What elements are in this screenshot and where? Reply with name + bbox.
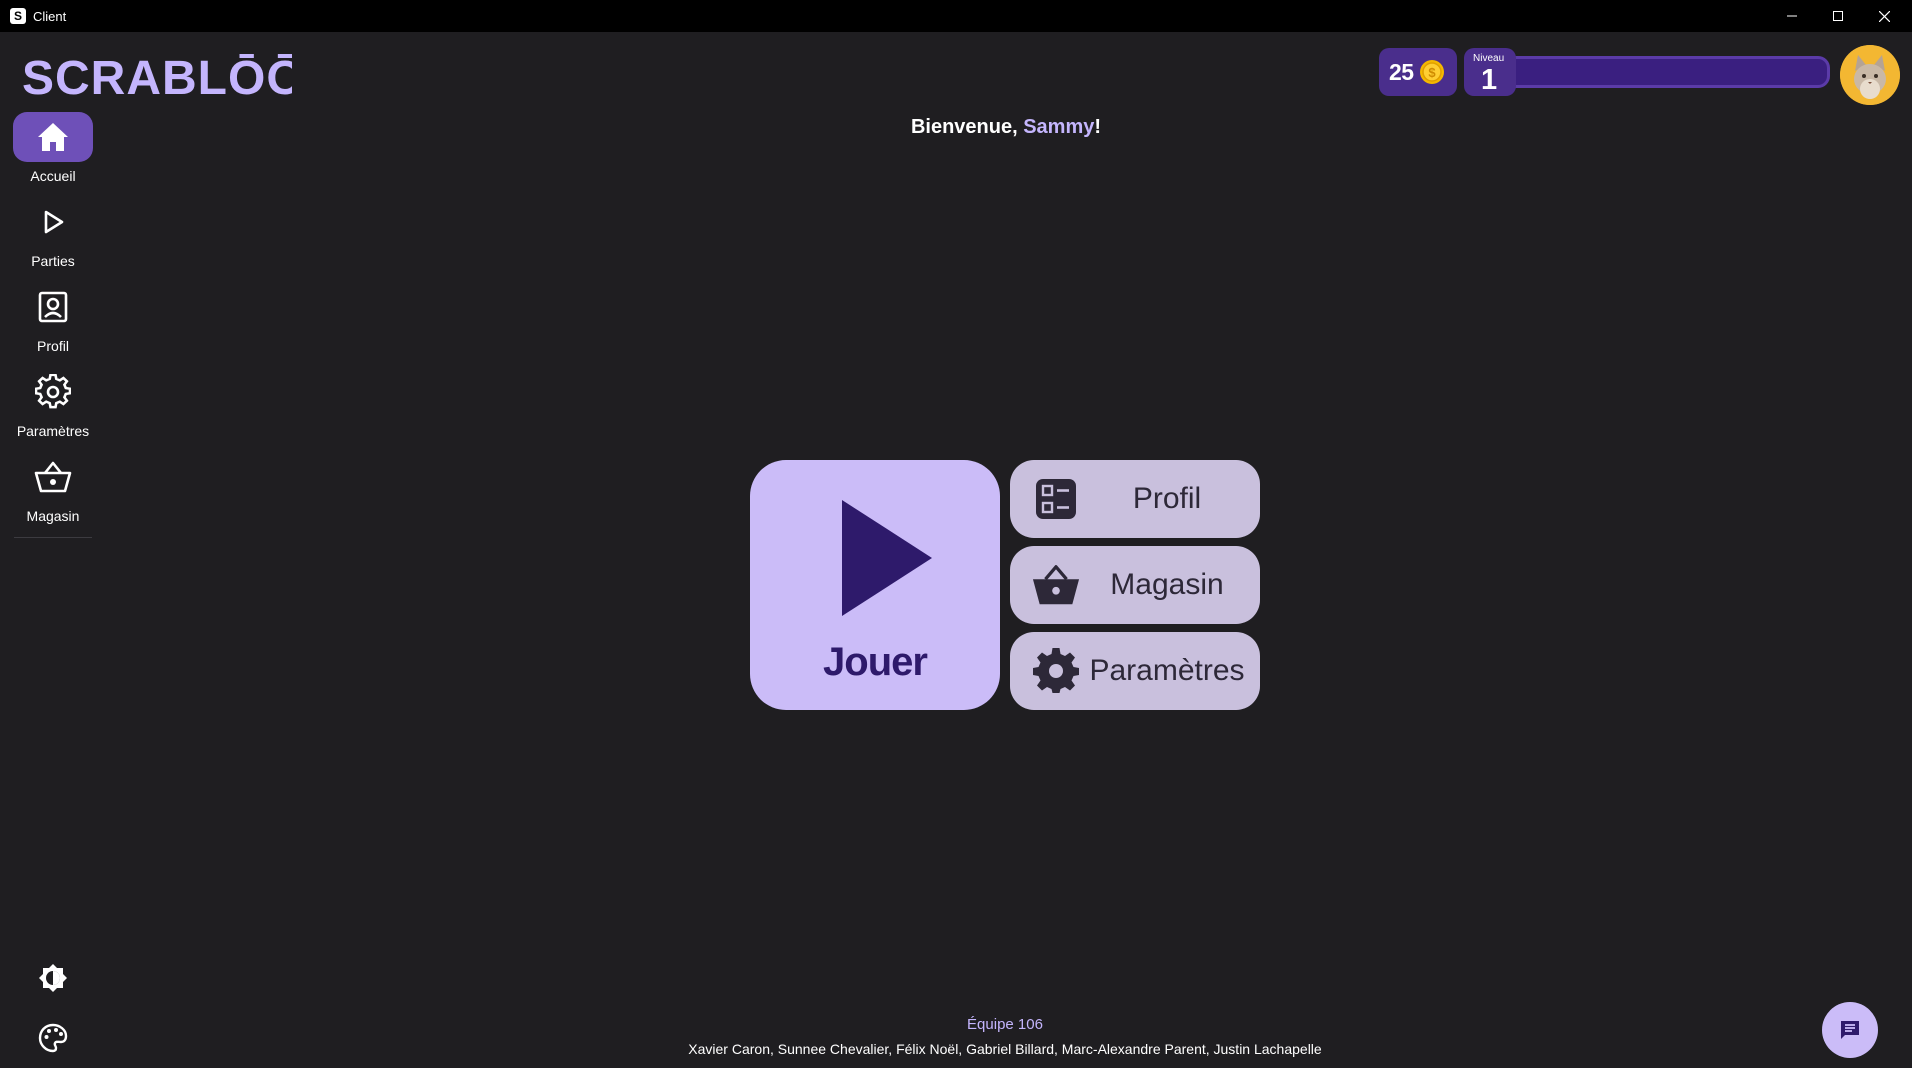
window-titlebar: S Client	[0, 0, 1912, 32]
xp-progress-bar	[1500, 56, 1830, 88]
coin-icon: $	[1419, 60, 1444, 84]
app-icon: S	[10, 8, 26, 24]
settings-button[interactable]: Paramètres	[1010, 632, 1260, 710]
theme-toggle-button[interactable]	[37, 962, 69, 994]
chat-button[interactable]	[1822, 1002, 1878, 1058]
sidebar-item-profil[interactable]: Profil	[10, 282, 96, 362]
shop-button[interactable]: Magasin	[1010, 546, 1260, 624]
profile-button-label: Profil	[1132, 482, 1202, 515]
basket-icon	[34, 461, 72, 493]
welcome-prefix: Bienvenue,	[910, 116, 1024, 138]
sidebar-item-parties[interactable]: Parties	[10, 197, 96, 277]
sidebar-item-parametres[interactable]: Paramètres	[10, 367, 96, 447]
play-icon	[842, 500, 932, 616]
sidebar-item-label: Paramètres	[16, 423, 90, 439]
welcome-suffix: !	[1094, 116, 1102, 138]
gear-icon	[1033, 648, 1079, 693]
app-logo[interactable]: SCRABLŌŌ	[22, 50, 292, 98]
close-button[interactable]	[1861, 0, 1907, 32]
settings-button-label: Paramètres	[1089, 654, 1245, 687]
welcome-message: Bienvenue, Sammy!	[0, 116, 1912, 139]
basket-icon	[1032, 565, 1080, 605]
play-icon	[44, 210, 64, 234]
sidebar-item-label: Accueil	[30, 168, 76, 184]
sidebar-item-accueil[interactable]: Accueil	[10, 112, 96, 192]
brightness-icon	[39, 964, 67, 992]
sidebar-item-label: Parties	[31, 253, 75, 269]
maximize-icon	[1833, 11, 1843, 21]
app-window: S Client SCRABLŌŌ 25 $ Niveau 1 Bienvenu…	[0, 0, 1912, 1068]
profile-card-icon	[1036, 479, 1076, 519]
home-icon	[38, 123, 68, 151]
play-button-label: Jouer	[823, 640, 928, 684]
level-value: 1	[1481, 64, 1498, 96]
sidebar-item-label: Magasin	[26, 508, 80, 524]
team-members: Xavier Caron, Sunnee Chevalier, Félix No…	[688, 1041, 1322, 1057]
cat-avatar-icon	[1840, 45, 1900, 105]
sidebar-item-magasin[interactable]: Magasin	[10, 452, 96, 532]
level-badge: Niveau 1	[1464, 48, 1516, 96]
chat-icon	[1841, 1021, 1859, 1039]
gear-icon	[35, 374, 71, 409]
profile-button[interactable]: Profil	[1010, 460, 1260, 538]
level-label: Niveau	[1473, 53, 1505, 64]
play-button[interactable]: Jouer	[750, 460, 1000, 710]
sidebar-item-label: Profil	[37, 338, 69, 354]
avatar[interactable]	[1840, 45, 1900, 105]
team-name: Équipe 106	[967, 1016, 1043, 1033]
svg-text:$: $	[1428, 65, 1436, 80]
profile-icon	[38, 291, 68, 323]
username: Sammy	[1023, 116, 1095, 138]
minimize-icon	[1787, 15, 1797, 17]
shop-button-label: Magasin	[1110, 568, 1224, 601]
sidebar-divider	[14, 537, 92, 538]
coins-count: 25	[1389, 58, 1414, 85]
coins-badge[interactable]: 25 $	[1379, 48, 1457, 96]
maximize-button[interactable]	[1815, 0, 1861, 32]
close-icon	[1878, 10, 1890, 22]
logo-text: SCRABLŌŌ	[22, 52, 292, 98]
minimize-button[interactable]	[1769, 0, 1815, 32]
window-title: Client	[33, 9, 67, 24]
